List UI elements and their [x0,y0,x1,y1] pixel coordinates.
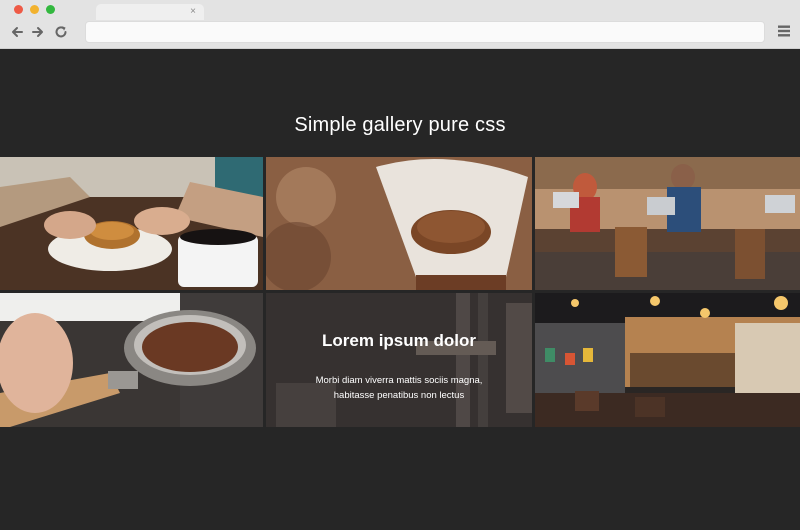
browser-toolbar: × [0,0,800,49]
window-close-dot[interactable] [14,5,23,14]
overlay-description: Morbi diam viverra mattis sociis magna, … [315,375,483,401]
reload-icon[interactable] [54,25,68,39]
coffee-filter-grounds-photo[interactable] [266,157,532,290]
espresso-machine-photo[interactable]: Lorem ipsum dolor Morbi diam viverra mat… [266,293,532,427]
window-minimize-dot[interactable] [30,5,39,14]
hamburger-menu-icon[interactable] [777,24,791,38]
browser-tab[interactable]: × [96,4,204,20]
window-maximize-dot[interactable] [46,5,55,14]
portafilter-coffee-photo[interactable] [0,293,263,427]
gallery-grid: Lorem ipsum dolor Morbi diam viverra mat… [0,157,800,427]
forward-arrow-icon[interactable] [31,25,45,39]
cafe-interior-photo[interactable] [535,293,800,427]
back-arrow-icon[interactable] [10,25,24,39]
image-overlay: Lorem ipsum dolor Morbi diam viverra mat… [266,293,532,427]
address-bar[interactable] [85,21,765,43]
page-title: Simple gallery pure css [294,114,506,136]
croissant-and-coffee-photo[interactable] [0,157,263,290]
tab-close-icon[interactable]: × [190,5,196,19]
cafe-people-laptops-photo[interactable] [535,157,800,290]
overlay-title: Lorem ipsum dolor [322,331,476,350]
